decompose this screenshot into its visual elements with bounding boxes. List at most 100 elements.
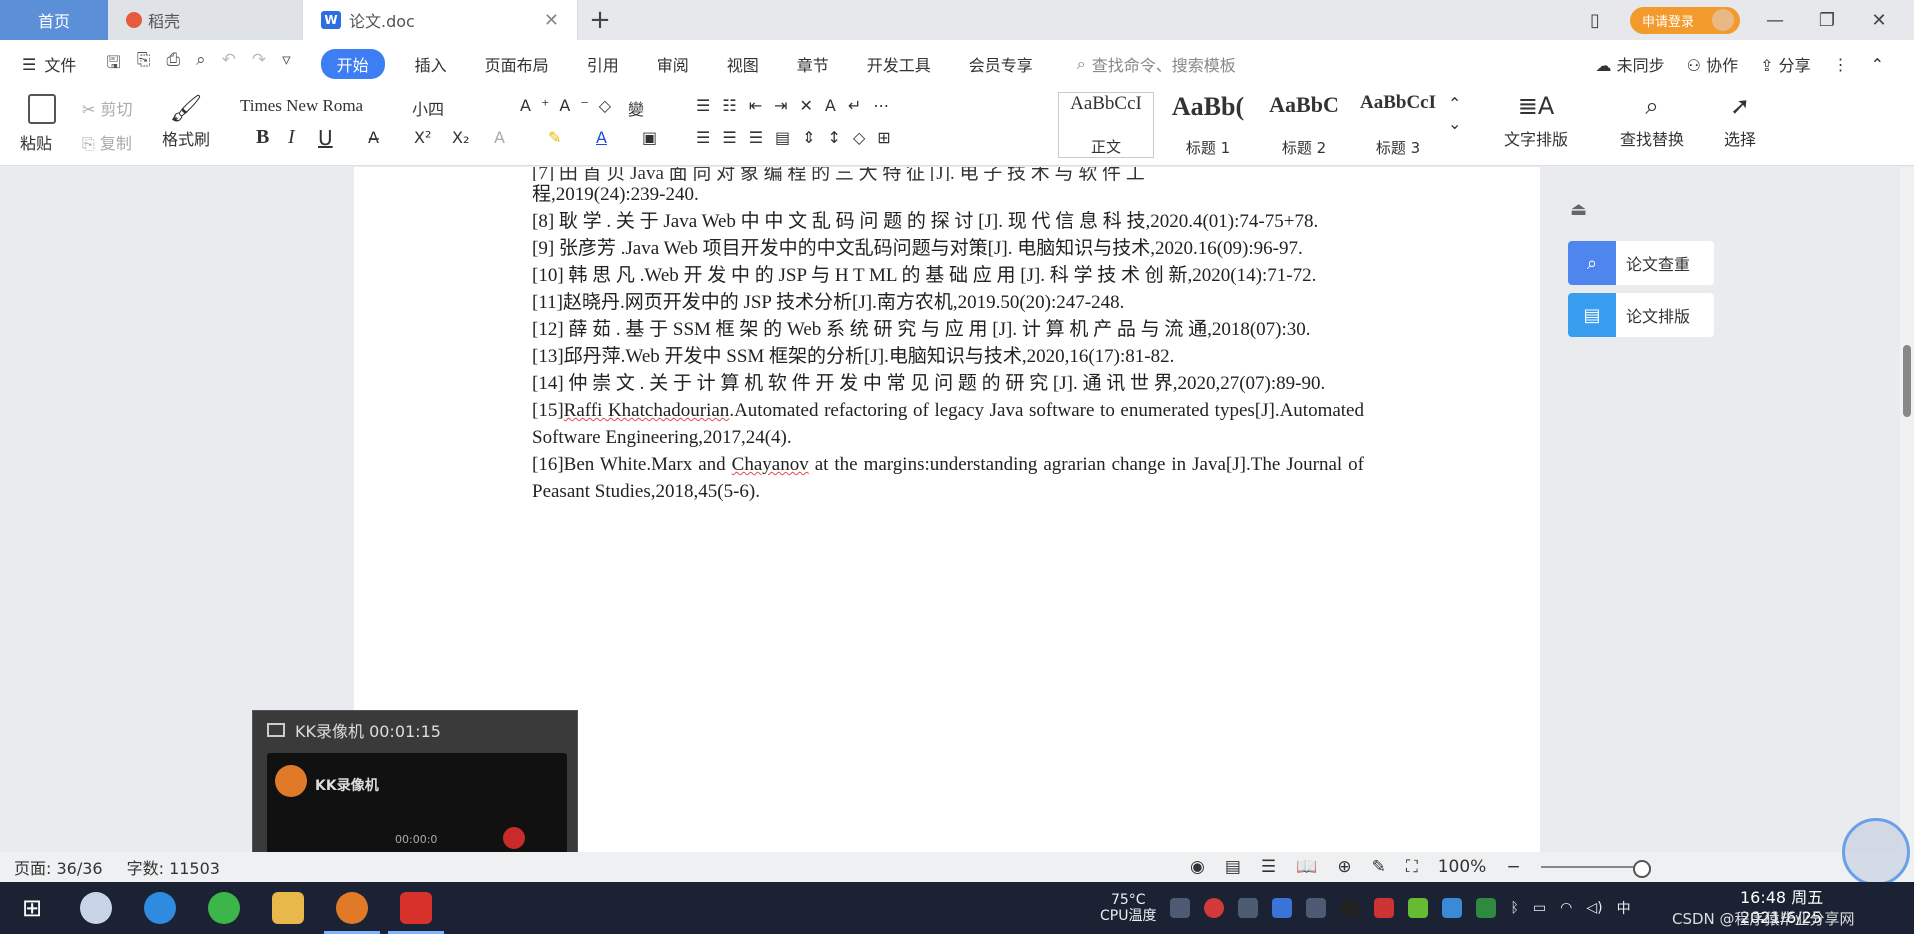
battery-icon[interactable]: ▭ <box>1533 900 1546 916</box>
preview-icon[interactable]: ⌕ <box>196 50 206 79</box>
paragraph-tools-top[interactable]: ☰☷⇤⇥✕A↵⋯ <box>696 96 901 115</box>
menu-page-layout[interactable]: 页面布局 <box>485 52 549 76</box>
char-border-icon[interactable]: ▣ <box>642 128 657 147</box>
restore-icon[interactable]: ❐ <box>1810 10 1844 31</box>
volume-icon[interactable]: ◁) <box>1586 900 1602 916</box>
zoom-level[interactable]: 100% <box>1438 857 1487 877</box>
thesis-check-button[interactable]: ⌕ 论文查重 <box>1568 241 1714 285</box>
font-name-select[interactable]: Times New Roma <box>240 96 410 122</box>
layout-icon[interactable]: ▯ <box>1578 10 1612 31</box>
style-heading-3[interactable]: AaBbCcI 标题 3 <box>1352 92 1444 158</box>
vertical-scrollbar[interactable] <box>1900 167 1914 853</box>
style-heading-2[interactable]: AaBbC 标题 2 <box>1258 92 1350 158</box>
export-icon[interactable]: ⎘ <box>137 50 151 79</box>
cut-button[interactable]: ✂ 剪切 <box>82 96 133 120</box>
collab-button[interactable]: ⚇ 协作 <box>1687 52 1738 76</box>
taskbar-app[interactable] <box>64 882 128 934</box>
taskbar-app[interactable] <box>320 882 384 934</box>
fit-icon[interactable]: ⛶ <box>1406 857 1418 877</box>
record-button[interactable] <box>503 827 525 849</box>
taskbar-app[interactable] <box>384 882 448 934</box>
zoom-out-icon[interactable]: − <box>1506 857 1520 877</box>
subscript-icon[interactable]: X₂ <box>452 128 469 147</box>
file-menu[interactable]: ☰ 文件 <box>22 52 76 76</box>
taskbar-app[interactable] <box>256 882 320 934</box>
tray-icon[interactable] <box>1170 898 1191 918</box>
share-button[interactable]: ⇪ 分享 <box>1760 52 1811 76</box>
taskbar-app[interactable] <box>128 882 192 934</box>
undo-icon[interactable]: ↶ <box>222 50 236 79</box>
highlight-icon[interactable]: ✎ <box>548 128 561 147</box>
tray-icon[interactable] <box>1238 898 1259 918</box>
wifi-icon[interactable]: ◠ <box>1560 900 1572 916</box>
tray-icon[interactable] <box>1442 898 1463 918</box>
web-view-icon[interactable]: ⊕ <box>1337 857 1351 877</box>
reference-list[interactable]: [7] 田 首 贝 Java 面 向 对 象 编 程 的 三 大 特 征 [J]… <box>532 167 1364 505</box>
word-counter[interactable]: 字数: 11503 <box>127 855 220 879</box>
bold-icon[interactable]: B <box>256 126 269 149</box>
taskbar-app[interactable] <box>192 882 256 934</box>
tray-icon[interactable] <box>1340 898 1361 918</box>
menu-view[interactable]: 视图 <box>727 52 759 76</box>
select-button[interactable]: ➚ 选择 <box>1710 92 1770 150</box>
edit-view-icon[interactable]: ✎ <box>1372 857 1386 877</box>
strikethrough-icon[interactable]: A̶ <box>368 128 379 147</box>
print-icon[interactable]: ⎙ <box>166 50 180 79</box>
command-search[interactable]: ⌕ 查找命令、搜索模板 <box>1077 52 1236 76</box>
login-button[interactable]: 申请登录 <box>1629 6 1740 34</box>
menu-chapter[interactable]: 章节 <box>797 52 829 76</box>
format-painter-button[interactable]: 🖌 格式刷 <box>162 94 210 150</box>
menu-review[interactable]: 审阅 <box>657 52 689 76</box>
tab-home[interactable]: 首页 <box>0 0 108 40</box>
superscript-icon[interactable]: X² <box>414 128 431 147</box>
tray-icon[interactable] <box>1408 898 1429 918</box>
style-heading-1[interactable]: AaBb( 标题 1 <box>1158 92 1258 158</box>
underline-icon[interactable]: U <box>318 126 333 150</box>
tray-icon[interactable] <box>1272 898 1293 918</box>
copy-button[interactable]: ⎘ 复制 <box>82 130 132 154</box>
floating-assistant-icon[interactable] <box>1842 818 1910 886</box>
menu-insert[interactable]: 插入 <box>415 52 447 76</box>
close-icon[interactable]: ✕ <box>544 10 559 31</box>
phonetic-icon[interactable]: 變 <box>628 96 644 120</box>
paragraph-tools-bottom[interactable]: ☰☰☰▤⇕↕◇⊞ <box>696 128 903 147</box>
paste-button[interactable]: 粘贴 <box>20 94 56 154</box>
italic-icon[interactable]: I <box>288 126 295 149</box>
text-effect-icon[interactable]: A <box>494 128 505 147</box>
menu-references[interactable]: 引用 <box>587 52 619 76</box>
font-size-select[interactable]: 小四 <box>412 96 487 122</box>
start-button[interactable]: ⊞ <box>0 882 64 934</box>
minimize-icon[interactable]: — <box>1758 10 1792 31</box>
more-icon[interactable]: ⋮ <box>1833 55 1849 74</box>
styles-scroll-icon[interactable]: ⌃ ⌄ <box>1448 94 1461 134</box>
scrollbar-thumb[interactable] <box>1903 345 1911 417</box>
customize-icon[interactable]: ▿ <box>282 50 291 79</box>
menu-member[interactable]: 会员专享 <box>969 52 1033 76</box>
thesis-layout-button[interactable]: ▤ 论文排版 <box>1568 293 1714 337</box>
tray-icon[interactable] <box>1476 898 1497 918</box>
menu-developer[interactable]: 开发工具 <box>867 52 931 76</box>
font-color-icon[interactable]: A <box>596 128 607 147</box>
outline-view-icon[interactable]: ☰ <box>1261 857 1276 877</box>
ime-indicator[interactable]: 中 <box>1617 898 1631 918</box>
unsync-button[interactable]: ☁ 未同步 <box>1596 52 1665 76</box>
redo-icon[interactable]: ↷ <box>252 50 266 79</box>
tray-icon[interactable] <box>1306 898 1327 918</box>
text-layout-button[interactable]: ≣A 文字排版 <box>1488 92 1584 150</box>
bluetooth-icon[interactable]: ᛒ <box>1510 900 1518 916</box>
page-counter[interactable]: 页面: 36/36 <box>14 855 103 879</box>
style-normal[interactable]: AaBbCcI 正文 <box>1058 92 1154 158</box>
menu-start[interactable]: 开始 <box>320 49 385 79</box>
cpu-temp[interactable]: 75°C CPU温度 <box>1100 892 1156 924</box>
tab-document[interactable]: W 论文.doc ✕ <box>303 0 578 40</box>
tray-icon[interactable] <box>1374 898 1395 918</box>
find-replace-button[interactable]: ⌕ 查找替换 <box>1604 92 1700 150</box>
tab-daoke[interactable]: 稻壳 <box>108 0 303 40</box>
zoom-slider[interactable] <box>1540 860 1651 878</box>
read-view-icon[interactable]: 📖 <box>1296 857 1317 877</box>
eye-icon[interactable]: ◉ <box>1190 857 1205 877</box>
panel-collapse-icon[interactable]: ⏏ <box>1570 199 1587 220</box>
close-window-icon[interactable]: ✕ <box>1862 10 1896 31</box>
collapse-ribbon-icon[interactable]: ⌃ <box>1871 55 1884 74</box>
new-tab-button[interactable]: + <box>578 0 622 40</box>
